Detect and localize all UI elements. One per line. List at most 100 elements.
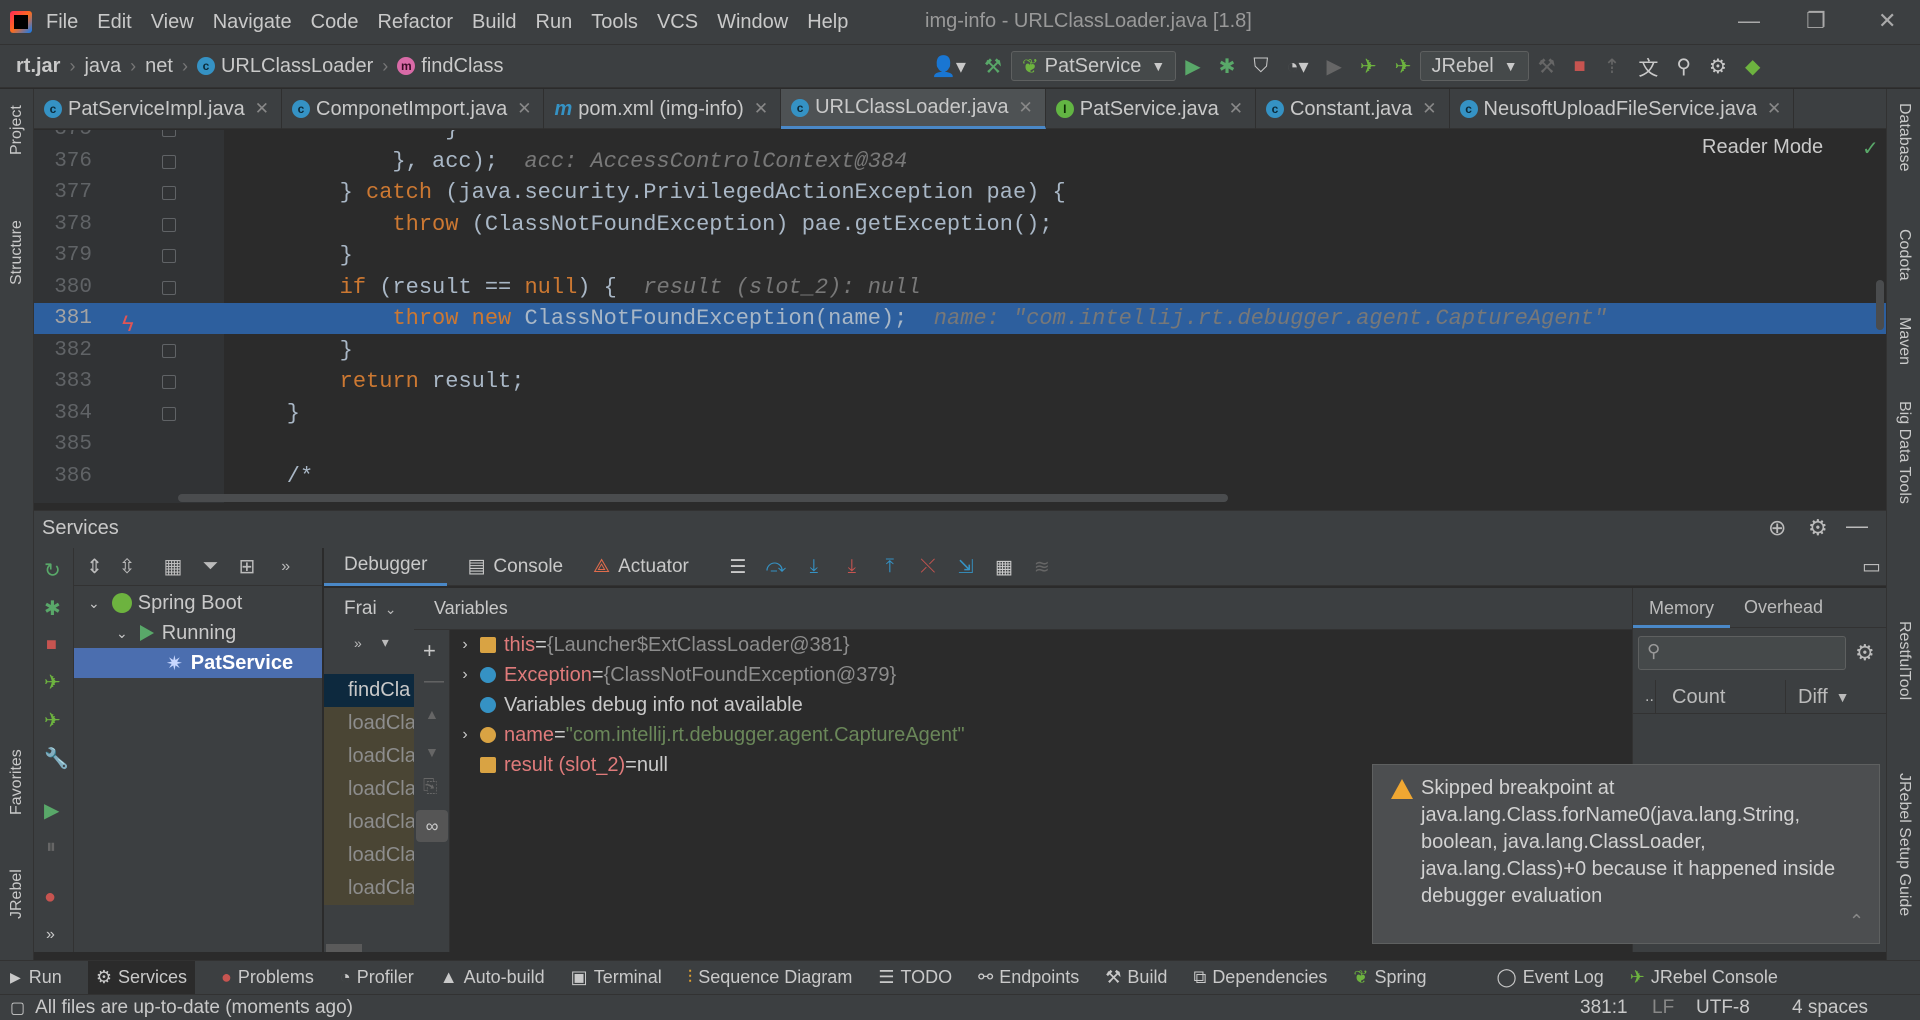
menu-edit[interactable]: Edit [97,11,131,34]
code-line[interactable]: 376 }, acc); acc: AccessControlContext@3… [34,146,1886,177]
add-watch-icon[interactable]: + [423,638,436,664]
line-number[interactable]: 386 [42,461,92,492]
fold-marker-icon[interactable] [162,217,176,232]
maven-tool-button[interactable]: Maven [1895,317,1913,365]
file-encoding[interactable]: UTF-8 [1696,997,1750,1019]
tool-tab-spring[interactable]: ❦ Spring [1353,961,1426,995]
move-up-icon[interactable]: ▲ [425,706,439,722]
variable-row-this[interactable]: › this = {Launcher$ExtClassLoader@381} [450,630,849,660]
chevron-right-icon[interactable]: › [450,726,480,744]
frame-item[interactable]: loadCla [324,740,414,773]
stop-icon[interactable]: ■ [1574,55,1586,78]
hammer-disabled-icon[interactable]: ⚒ [1538,54,1556,79]
tree-node-patservice[interactable]: ✷ PatService [74,648,322,678]
gear-icon[interactable]: ⚙ [1855,640,1875,666]
tool-tab-services[interactable]: ⚙ Services [87,960,195,995]
tree-node-spring-boot[interactable]: ⌄ Spring Boot [74,588,322,618]
code-line[interactable]: 379 } [34,240,1886,271]
close-window-icon[interactable]: ✕ [1878,8,1896,34]
breadcrumb-method[interactable]: findClass [421,55,503,78]
collapse-all-icon[interactable]: ⇳ [119,554,136,579]
hide-panel-icon[interactable]: — [1846,513,1868,539]
code-line[interactable]: 381 ϟ throw new ClassNotFoundException(na… [34,303,1886,336]
run-to-cursor-icon[interactable]: ⇲ [954,556,978,578]
code-line[interactable]: 383 return result; [34,366,1886,397]
menu-build[interactable]: Build [472,11,516,34]
close-icon[interactable]: ✕ [754,99,768,119]
force-step-into-icon[interactable]: ⤓ [840,556,864,578]
filter-icon[interactable]: ⏷ [202,555,218,578]
menu-window[interactable]: Window [717,11,788,34]
toggle-tool-windows-icon[interactable]: ▢ [10,998,25,1018]
tab-pom-xml[interactable]: m pom.xml (img-info) ✕ [544,89,782,129]
frame-item[interactable]: loadCla [324,872,414,905]
reader-mode-button[interactable]: Reader Mode [1702,136,1823,159]
tool-tab-event-log[interactable]: ◯ Event Log [1497,961,1604,995]
jrebel-debug-icon[interactable]: ✈ [1395,54,1412,79]
menu-tools[interactable]: Tools [591,11,638,34]
tool-tab-dependencies[interactable]: ⧉ Dependencies [1193,961,1327,995]
code-line[interactable]: 386 /* [34,461,1886,492]
close-icon[interactable]: ✕ [1767,99,1781,119]
column-header-class[interactable]: .. [1633,688,1655,706]
menu-help[interactable]: Help [807,11,848,34]
profile-icon[interactable]: ◔▾ [1286,54,1308,79]
tool-tab-endpoints[interactable]: ⚯ Endpoints [978,961,1079,995]
code-line[interactable]: 382 } [34,335,1886,366]
line-number[interactable]: 385 [42,429,92,460]
menu-code[interactable]: Code [311,11,359,34]
frame-item[interactable]: loadCla [324,839,414,872]
variable-row-result[interactable]: result (slot_2) = null [450,750,668,780]
column-header-count[interactable]: Count [1655,679,1785,714]
line-number[interactable]: 382 [42,335,92,366]
tab-componetimport[interactable]: c ComponetImport.java ✕ [282,89,545,129]
tab-debugger[interactable]: Debugger [324,548,448,586]
code-editor[interactable]: 375 }376 }, acc); acc: AccessControlCont… [34,130,1886,503]
user-icon[interactable]: 👤▾ [931,54,966,79]
copy-icon[interactable]: ⎘ [423,776,437,797]
view-breakpoints-icon[interactable]: ● [44,886,56,909]
line-number[interactable]: 384 [42,398,92,429]
tool-tab-auto-build[interactable]: ▲ Auto-build [440,961,545,995]
code-line[interactable]: 378 throw (ClassNotFoundException) pae.g… [34,209,1886,240]
line-number[interactable]: 379 [42,240,92,271]
step-into-icon[interactable]: ⤓ [802,556,826,578]
group-by-icon[interactable]: ▦ [164,554,183,579]
jrebel-select[interactable]: JRebel ▼ [1420,51,1529,81]
breadcrumb-package-java[interactable]: java [84,55,121,78]
vertical-scrollbar[interactable] [1876,280,1884,330]
menu-navigate[interactable]: Navigate [213,11,292,34]
run-configuration-select[interactable]: ❦ PatService ▼ [1010,51,1177,81]
line-number[interactable]: 383 [42,366,92,397]
chevron-down-icon[interactable]: ⌄ [385,601,397,618]
line-number[interactable]: 375 [42,130,92,145]
tab-patserviceimpl[interactable]: c PatServiceImpl.java ✕ [34,89,282,129]
tab-memory[interactable]: Memory [1633,588,1731,628]
step-over-icon[interactable]: ⤼ [764,556,788,578]
code-line[interactable]: 385 [34,429,1886,460]
line-separator[interactable]: LF [1652,997,1674,1019]
tab-urlclassloader[interactable]: c URLClassLoader.java ✕ [781,89,1046,129]
jrebel-setup-guide-button[interactable]: JRebel Setup Guide [1895,773,1913,916]
debug-bug-icon[interactable]: ✱ [44,596,61,621]
chevron-up-icon[interactable]: ⌃ [1849,911,1864,932]
close-icon[interactable]: ✕ [517,99,531,119]
code-line[interactable]: 377 } catch (java.security.PrivilegedAct… [34,177,1886,208]
fold-marker-icon[interactable] [162,154,176,169]
close-icon[interactable]: ✕ [1422,99,1436,119]
menu-run[interactable]: Run [536,11,573,34]
tab-actuator[interactable]: ⟁ Actuator [593,556,689,578]
show-watches-glasses-icon[interactable]: ∞ [416,810,448,842]
status-message[interactable]: All files are up-to-date (moments ago) [35,997,353,1019]
minimize-icon[interactable]: — [1738,8,1760,34]
menu-view[interactable]: View [151,11,194,34]
notification-balloon[interactable]: Skipped breakpoint at java.lang.Class.fo… [1372,764,1880,944]
chevron-down-icon[interactable]: ⌄ [88,595,100,612]
vcs-icon[interactable]: ⇡ [1604,54,1621,79]
tab-constant[interactable]: c Constant.java ✕ [1256,89,1450,129]
search-icon[interactable]: ⚲ [1676,54,1691,79]
tree-node-running[interactable]: ⌄ Running [74,618,322,648]
add-service-icon[interactable]: ⊞ [238,554,255,579]
tool-tab-terminal[interactable]: ▣ Terminal [571,961,662,995]
memory-search-input[interactable]: ⚲ [1638,636,1846,670]
